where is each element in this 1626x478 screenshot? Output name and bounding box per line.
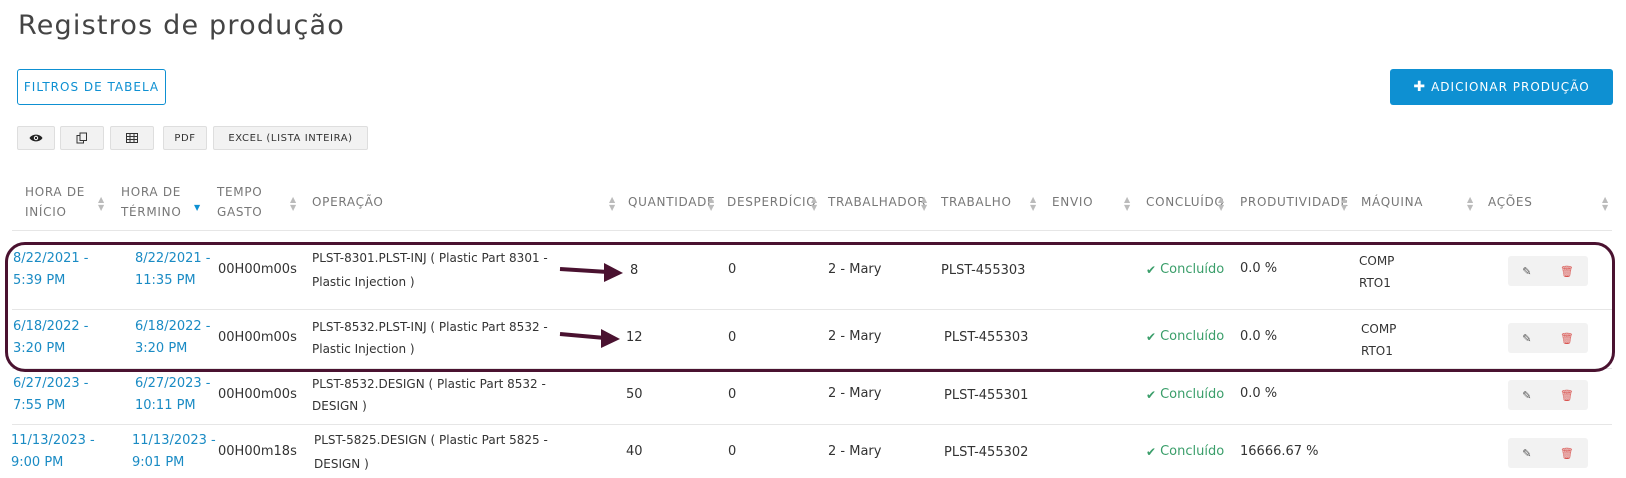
divider xyxy=(12,424,1612,425)
column-header-quantity[interactable]: QUANTIDADE xyxy=(628,192,715,212)
check-icon: ✔ xyxy=(1146,445,1157,459)
waste: 0 xyxy=(728,444,737,459)
job: PLST-455301 xyxy=(944,388,1029,403)
sort-icon[interactable]: ▲ ▼ xyxy=(921,196,927,212)
add-production-label: ADICIONAR PRODUÇÃO xyxy=(1431,80,1590,94)
sort-descending-icon[interactable]: ▼ xyxy=(194,204,200,212)
start-time-link[interactable]: 11/13/2023 - 9:00 PM xyxy=(11,430,95,474)
column-header-machine[interactable]: MÁQUINA xyxy=(1361,192,1423,212)
sort-icon[interactable]: ▲ ▼ xyxy=(1467,196,1473,212)
column-header-start[interactable]: HORA DE INÍCIO xyxy=(25,182,85,222)
start-time-link[interactable]: 6/27/2023 - 7:55 PM xyxy=(13,373,88,417)
worker: 2 - Mary xyxy=(828,444,882,459)
job: PLST-455302 xyxy=(944,445,1029,460)
sort-icon[interactable]: ▲ ▼ xyxy=(1030,196,1036,212)
table-icon xyxy=(126,133,138,143)
operation: PLST-5825.DESIGN ( Plastic Part 5825 - D… xyxy=(314,433,548,471)
column-header-worker[interactable]: TRABALHADOR xyxy=(828,192,926,212)
sort-icon[interactable]: ▲ ▼ xyxy=(811,196,817,212)
row-actions: ✎ 🗑 xyxy=(1508,438,1588,468)
column-header-done[interactable]: CONCLUÍDO xyxy=(1146,192,1225,212)
copy-icon xyxy=(76,132,87,144)
excel-button[interactable]: EXCEL (LISTA INTEIRA) xyxy=(213,126,368,150)
plus-icon: ✚ xyxy=(1413,79,1427,95)
time-spent: 00H00m00s xyxy=(218,387,297,402)
waste: 0 xyxy=(728,387,737,402)
sort-icon[interactable]: ▲ ▼ xyxy=(1602,196,1608,212)
column-header-end[interactable]: HORA DE TÉRMINO xyxy=(121,182,181,222)
row-actions: ✎ 🗑 xyxy=(1508,380,1588,410)
sort-icon[interactable]: ▲ ▼ xyxy=(98,196,104,212)
worker: 2 - Mary xyxy=(828,386,882,401)
end-time-link[interactable]: 11/13/2023 - 9:01 PM xyxy=(132,430,216,474)
sort-icon[interactable]: ▲ ▼ xyxy=(290,196,296,212)
edit-icon[interactable]: ✎ xyxy=(1522,447,1531,460)
status-done: ✔ Concluído xyxy=(1146,441,1224,463)
page-title: Registros de produção xyxy=(18,10,345,41)
eye-icon xyxy=(29,134,43,142)
divider xyxy=(12,230,1612,231)
check-icon: ✔ xyxy=(1146,388,1157,402)
column-header-actions[interactable]: AÇÕES xyxy=(1488,192,1533,212)
table-filters-button[interactable]: FILTROS DE TABELA xyxy=(17,69,166,105)
add-production-button[interactable]: ✚ ADICIONAR PRODUÇÃO xyxy=(1390,69,1613,105)
highlight-box xyxy=(5,242,1615,372)
operation: PLST-8532.DESIGN ( Plastic Part 8532 - D… xyxy=(312,377,546,413)
column-visibility-button[interactable] xyxy=(17,126,55,150)
sort-icon[interactable]: ▲ ▼ xyxy=(609,196,615,212)
pdf-button[interactable]: PDF xyxy=(163,126,207,150)
sort-icon[interactable]: ▲ ▼ xyxy=(1341,196,1347,212)
column-header-time-spent[interactable]: TEMPO GASTO xyxy=(217,182,262,222)
edit-icon[interactable]: ✎ xyxy=(1522,389,1531,402)
trash-icon[interactable]: 🗑 xyxy=(1560,447,1574,460)
quantity: 50 xyxy=(626,387,643,402)
trash-icon[interactable]: 🗑 xyxy=(1560,389,1574,402)
productivity: 0.0 % xyxy=(1240,386,1278,401)
sort-icon[interactable]: ▲ ▼ xyxy=(708,196,714,212)
time-spent: 00H00m18s xyxy=(218,444,297,459)
csv-button[interactable] xyxy=(110,126,154,150)
status-done: ✔ Concluído xyxy=(1146,384,1224,406)
end-time-link[interactable]: 6/27/2023 - 10:11 PM xyxy=(135,373,210,417)
column-header-productivity[interactable]: PRODUTIVIDADE xyxy=(1240,192,1349,212)
copy-button[interactable] xyxy=(60,126,104,150)
quantity: 40 xyxy=(626,444,643,459)
productivity: 16666.67 % xyxy=(1240,444,1319,459)
annotation-arrows xyxy=(559,263,623,348)
sort-icon[interactable]: ▲ ▼ xyxy=(1124,196,1130,212)
column-header-waste[interactable]: DESPERDÍCIO xyxy=(727,192,816,212)
sort-icon[interactable]: ▲ ▼ xyxy=(1218,196,1224,212)
column-header-shipment[interactable]: ENVIO xyxy=(1052,192,1093,212)
column-header-operation[interactable]: OPERAÇÃO xyxy=(312,192,384,212)
column-header-job[interactable]: TRABALHO xyxy=(941,192,1012,212)
